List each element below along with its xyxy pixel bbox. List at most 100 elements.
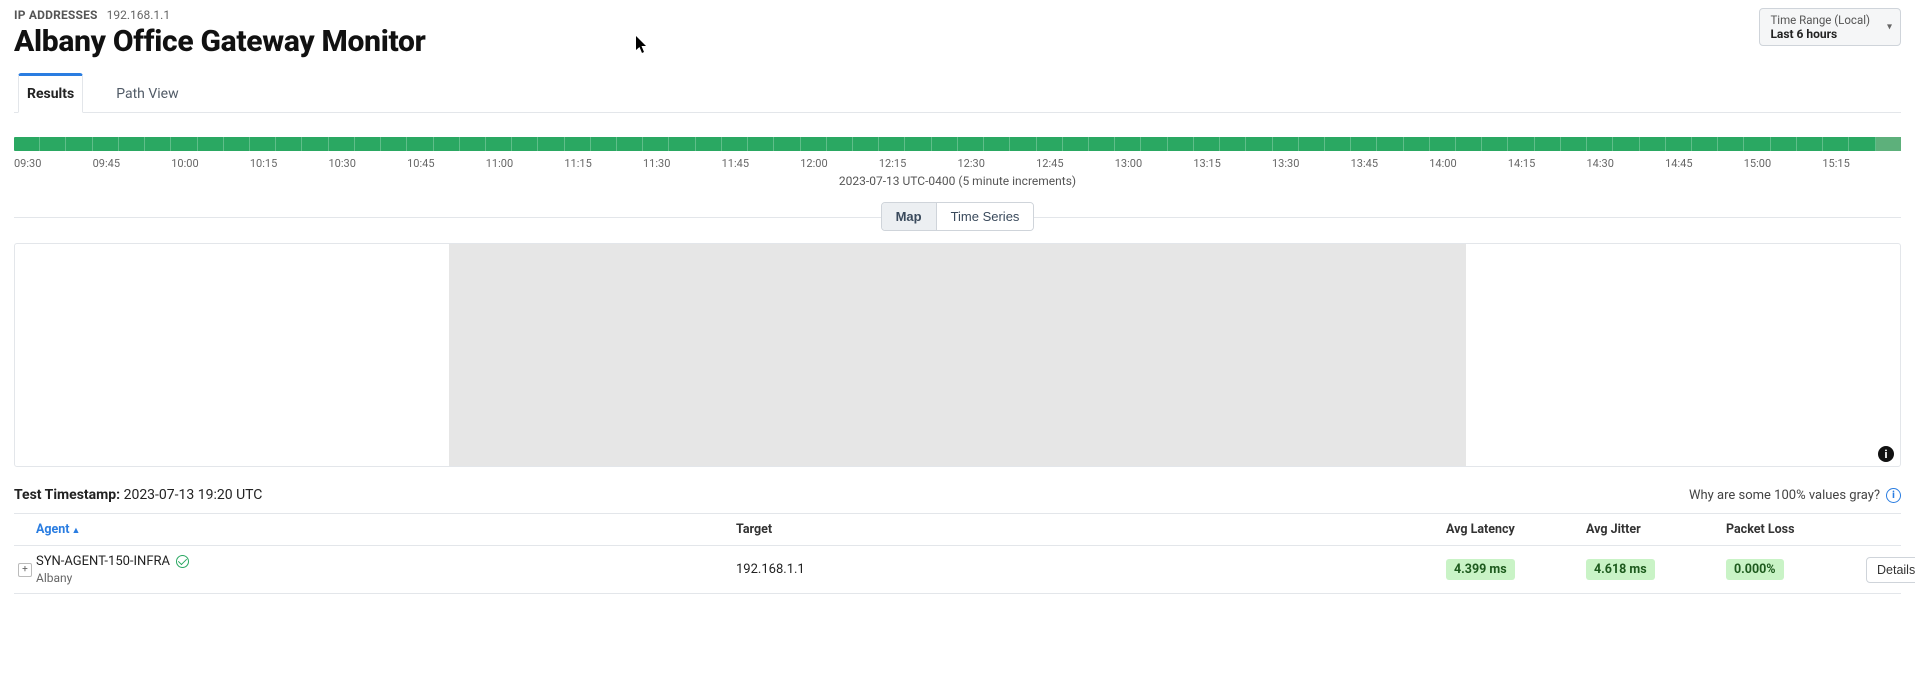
timeline-segment[interactable]	[643, 137, 669, 151]
timeline-tick: 10:30	[329, 157, 408, 170]
timeline-segment[interactable]	[748, 137, 774, 151]
timeline-segment[interactable]	[669, 137, 695, 151]
tab-path-view[interactable]: Path View	[107, 73, 187, 113]
timeline-segment[interactable]	[486, 137, 512, 151]
timeline-segment[interactable]	[198, 137, 224, 151]
timeline-segment[interactable]	[1430, 137, 1456, 151]
timeline-segment[interactable]	[119, 137, 145, 151]
timeline-segment[interactable]	[1325, 137, 1351, 151]
timeline-segment[interactable]	[1456, 137, 1482, 151]
view-toggle-row: Map Time Series	[14, 202, 1901, 231]
timeline-segment[interactable]	[1246, 137, 1272, 151]
timeline-segment[interactable]	[1876, 137, 1901, 151]
timeline-segment[interactable]	[1482, 137, 1508, 151]
col-avg-jitter[interactable]: Avg Jitter	[1586, 522, 1726, 537]
timeline-segment[interactable]	[879, 137, 905, 151]
timeline-segment[interactable]	[1115, 137, 1141, 151]
timeline-segment[interactable]	[407, 137, 433, 151]
details-button[interactable]: Details	[1866, 557, 1915, 583]
expand-row-button[interactable]: +	[18, 563, 32, 577]
timeline-segment[interactable]	[853, 137, 879, 151]
info-icon[interactable]: i	[1878, 446, 1894, 462]
avg-latency-pill: 4.399 ms	[1446, 559, 1515, 580]
timeline-segment[interactable]	[774, 137, 800, 151]
timeline-segment[interactable]	[1351, 137, 1377, 151]
timeline-segment[interactable]	[958, 137, 984, 151]
tab-results[interactable]: Results	[18, 73, 83, 113]
timeline-segment[interactable]	[512, 137, 538, 151]
timeline-segment[interactable]	[434, 137, 460, 151]
timeline-segment[interactable]	[93, 137, 119, 151]
timeline-ticks: 09:3009:4510:0010:1510:3010:4511:0011:15…	[14, 157, 1901, 170]
timeline-segment[interactable]	[1744, 137, 1770, 151]
col-avg-latency[interactable]: Avg Latency	[1446, 522, 1586, 537]
timeline-segment[interactable]	[801, 137, 827, 151]
timeline-tick: 09:30	[14, 157, 93, 170]
timeline-segment[interactable]	[1823, 137, 1849, 151]
timeline-segment[interactable]	[1037, 137, 1063, 151]
time-range-picker[interactable]: Time Range (Local) Last 6 hours ▾	[1759, 8, 1901, 46]
help-gray-values[interactable]: Why are some 100% values gray? i	[1689, 488, 1901, 503]
timeline-tick: 15:15	[1822, 157, 1901, 170]
timeline-segment[interactable]	[932, 137, 958, 151]
timeline-segment[interactable]	[1508, 137, 1534, 151]
timeline-status-bar[interactable]	[14, 137, 1901, 151]
timeline-segment[interactable]	[1273, 137, 1299, 151]
timeline-segment[interactable]	[565, 137, 591, 151]
table-header: Agent▲ Target Avg Latency Avg Jitter Pac…	[14, 514, 1901, 546]
timeline: 09:3009:4510:0010:1510:3010:4511:0011:15…	[14, 137, 1901, 188]
view-toggle-timeseries[interactable]: Time Series	[936, 203, 1034, 230]
timeline-segment[interactable]	[1692, 137, 1718, 151]
timeline-tick: 11:15	[564, 157, 643, 170]
timeline-segment[interactable]	[460, 137, 486, 151]
timeline-segment[interactable]	[591, 137, 617, 151]
col-packet-loss[interactable]: Packet Loss	[1726, 522, 1866, 537]
timeline-segment[interactable]	[1220, 137, 1246, 151]
timeline-segment[interactable]	[1797, 137, 1823, 151]
timeline-segment[interactable]	[1587, 137, 1613, 151]
timeline-segment[interactable]	[1561, 137, 1587, 151]
timeline-segment[interactable]	[224, 137, 250, 151]
view-toggle-map[interactable]: Map	[882, 203, 936, 230]
timeline-segment[interactable]	[302, 137, 328, 151]
timeline-segment[interactable]	[276, 137, 302, 151]
timeline-segment[interactable]	[617, 137, 643, 151]
timeline-segment[interactable]	[1010, 137, 1036, 151]
timeline-segment[interactable]	[381, 137, 407, 151]
timeline-tick: 10:00	[171, 157, 250, 170]
col-agent[interactable]: Agent▲	[36, 522, 736, 537]
timeline-segment[interactable]	[40, 137, 66, 151]
timeline-segment[interactable]	[1168, 137, 1194, 151]
timeline-segment[interactable]	[1089, 137, 1115, 151]
timeline-segment[interactable]	[538, 137, 564, 151]
timeline-segment[interactable]	[1377, 137, 1403, 151]
timeline-segment[interactable]	[145, 137, 171, 151]
timeline-segment[interactable]	[1849, 137, 1875, 151]
timeline-segment[interactable]	[1063, 137, 1089, 151]
timeline-segment[interactable]	[14, 137, 40, 151]
timeline-segment[interactable]	[66, 137, 92, 151]
timeline-segment[interactable]	[171, 137, 197, 151]
timeline-segment[interactable]	[1613, 137, 1639, 151]
timeline-segment[interactable]	[329, 137, 355, 151]
timeline-segment[interactable]	[1299, 137, 1325, 151]
agent-name[interactable]: SYN-AGENT-150-INFRA	[36, 554, 170, 569]
col-target[interactable]: Target	[736, 522, 1446, 537]
timeline-segment[interactable]	[696, 137, 722, 151]
timeline-segment[interactable]	[1771, 137, 1797, 151]
timeline-segment[interactable]	[827, 137, 853, 151]
map-panel[interactable]: i	[14, 243, 1901, 467]
timeline-segment[interactable]	[1666, 137, 1692, 151]
timeline-segment[interactable]	[355, 137, 381, 151]
timeline-segment[interactable]	[1535, 137, 1561, 151]
timeline-segment[interactable]	[1640, 137, 1666, 151]
timeline-segment[interactable]	[250, 137, 276, 151]
timeline-segment[interactable]	[1141, 137, 1167, 151]
timeline-segment[interactable]	[1194, 137, 1220, 151]
timeline-segment[interactable]	[984, 137, 1010, 151]
timeline-segment[interactable]	[722, 137, 748, 151]
timeline-segment[interactable]	[905, 137, 931, 151]
timeline-segment[interactable]	[1718, 137, 1744, 151]
timeline-segment[interactable]	[1404, 137, 1430, 151]
timeline-tick: 13:00	[1115, 157, 1194, 170]
